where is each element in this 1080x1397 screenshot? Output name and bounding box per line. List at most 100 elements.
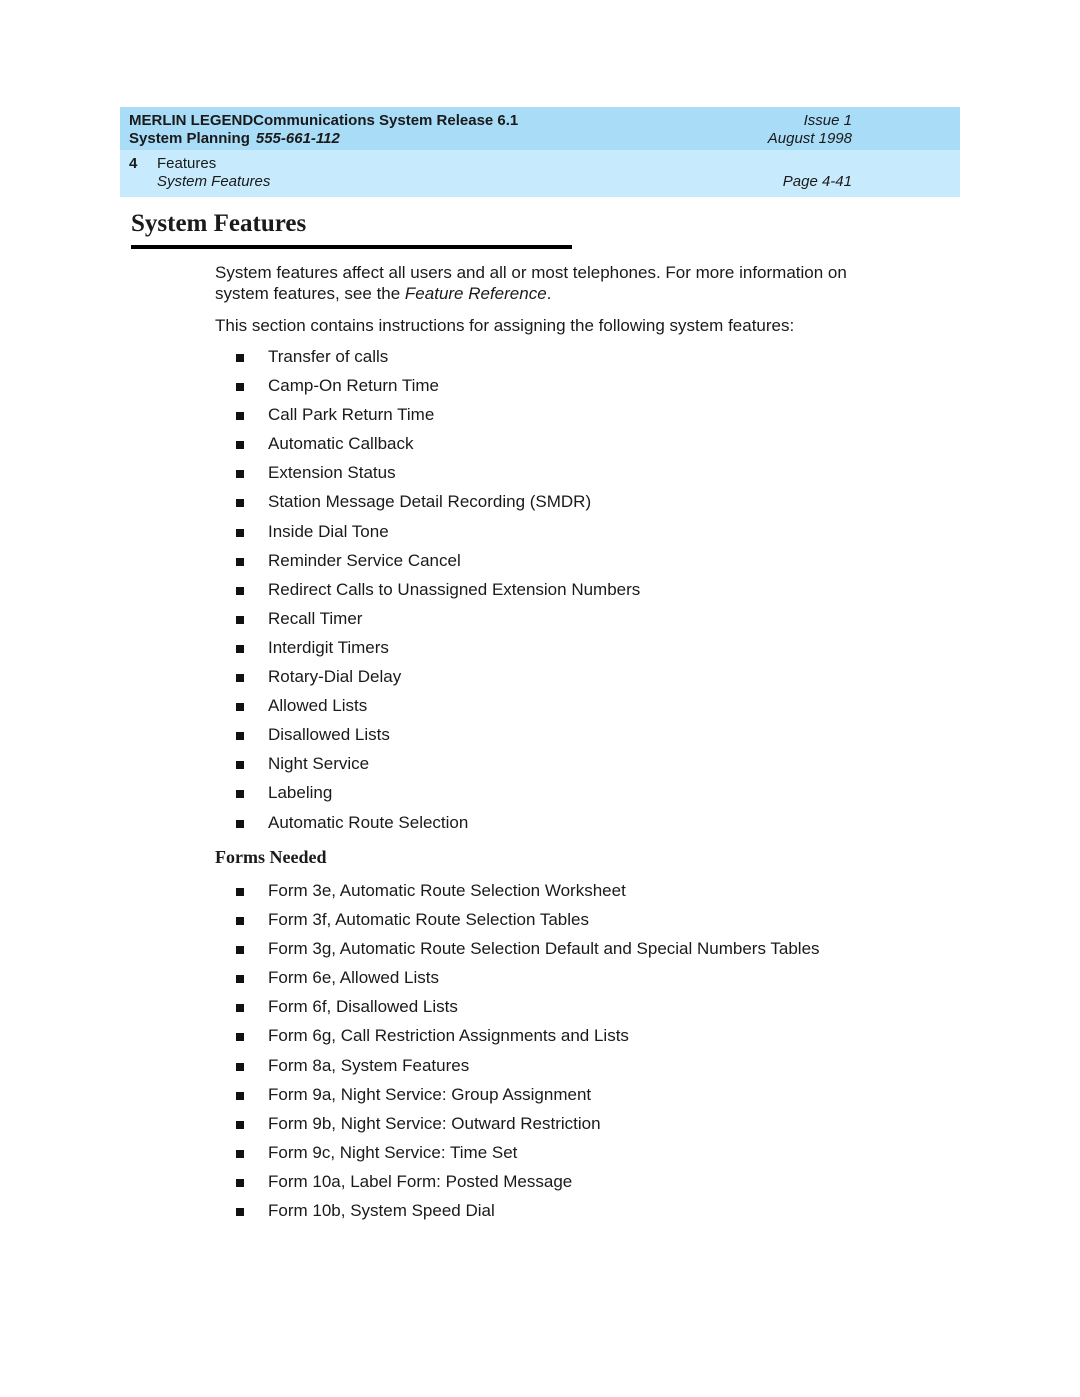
list-item-text: Form 10a, Label Form: Posted Message [268,1171,573,1191]
list-item: Extension Status [236,462,640,491]
square-bullet-icon [236,1033,244,1042]
list-item: Camp-On Return Time [236,375,640,404]
list-item-text: Disallowed Lists [268,725,390,745]
list-item: Form 6f, Disallowed Lists [236,996,820,1025]
chapter-number: 4 [129,155,138,172]
list-item-text: Form 9c, Night Service: Time Set [268,1142,518,1162]
header-bottom-band: 4 Features System Features Page 4-41 [120,150,960,197]
list-item: Form 3g, Automatic Route Selection Defau… [236,938,820,967]
title-rule [131,245,572,249]
square-bullet-icon [236,1178,244,1187]
list-item-text: Form 6f, Disallowed Lists [268,997,458,1017]
list-item: Transfer of calls [236,346,640,375]
list-item-text: Form 9a, Night Service: Group Assignment [268,1084,592,1104]
square-bullet-icon [236,1149,244,1158]
list-item: Interdigit Timers [236,637,640,666]
list-item: Form 6e, Allowed Lists [236,967,820,996]
square-bullet-icon [236,790,244,799]
list-item-text: Form 10b, System Speed Dial [268,1201,495,1221]
list-item: Disallowed Lists [236,724,640,753]
list-item-text: Form 8a, System Features [268,1055,470,1075]
list-item: Form 10a, Label Form: Posted Message [236,1171,820,1200]
list-item-text: Form 3f, Automatic Route Selection Table… [268,910,589,930]
list-item-text: Transfer of calls [268,347,389,366]
document-title: System Planning [129,130,250,147]
list-item: Station Message Detail Recording (SMDR) [236,491,640,520]
list-item: Call Park Return Time [236,404,640,433]
square-bullet-icon [236,1004,244,1013]
list-item: Recall Timer [236,608,640,637]
square-bullet-icon [236,528,244,537]
list-item: Reminder Service Cancel [236,550,640,579]
square-bullet-icon [236,615,244,624]
square-bullet-icon [236,917,244,926]
list-item: Labeling [236,782,640,811]
list-item: Redirect Calls to Unassigned Extension N… [236,579,640,608]
list-item-text: Form 6e, Allowed Lists [268,968,440,988]
list-item-text: Redirect Calls to Unassigned Extension N… [268,579,641,599]
list-item: Form 3e, Automatic Route Selection Works… [236,880,820,909]
intro-end: . [546,284,552,303]
list-item-text: Form 3g, Automatic Route Selection Defau… [268,939,820,959]
square-bullet-icon [236,441,244,450]
square-bullet-icon [236,819,244,828]
square-bullet-icon [236,383,244,392]
list-item-text: Form 6g, Call Restriction Assignments an… [268,1026,629,1046]
list-item: Form 8a, System Features [236,1055,820,1084]
page-title: System Features [131,210,307,237]
square-bullet-icon [236,1120,244,1129]
section-title: System Features [157,173,271,190]
list-item: Rotary-Dial Delay [236,666,640,695]
list-item-text: Interdigit Timers [268,637,389,657]
forms-needed-heading: Forms Needed [215,847,327,867]
square-bullet-icon [236,732,244,741]
list-item-text: Automatic Callback [268,434,414,454]
list-item: Inside Dial Tone [236,521,640,550]
features-list: Transfer of calls Camp-On Return Time Call… [236,346,640,841]
square-bullet-icon [236,644,244,653]
list-item: Form 9b, Night Service: Outward Restrict… [236,1113,820,1142]
feature-reference-link: Feature Reference [404,284,547,303]
square-bullet-icon [236,1208,244,1217]
page-header: MERLIN LEGENDCommunications System Relea… [120,107,960,197]
square-bullet-icon [236,946,244,955]
list-item-text: Inside Dial Tone [268,521,389,541]
document-number: 555-661-112 [255,130,340,147]
square-bullet-icon [236,1062,244,1071]
list-item: Form 3f, Automatic Route Selection Table… [236,909,820,938]
list-item: Automatic Route Selection [236,812,640,841]
page-number: Page 4-41 [782,173,852,190]
list-item-text: Recall Timer [268,608,363,628]
header-top-band: MERLIN LEGENDCommunications System Relea… [120,107,960,150]
square-bullet-icon [236,975,244,984]
square-bullet-icon [236,1091,244,1100]
list-intro: This section contains instructions for a… [215,316,795,335]
list-item-text: Form 3e, Automatic Route Selection Works… [268,881,626,900]
issue-label: Issue 1 [803,112,852,129]
list-item: Form 10b, System Speed Dial [236,1200,820,1229]
list-item-text: Extension Status [268,463,396,483]
square-bullet-icon [236,674,244,683]
square-bullet-icon [236,412,244,421]
list-item-text: Rotary-Dial Delay [268,667,402,687]
list-item-text: Camp-On Return Time [268,376,439,396]
issue-date: August 1998 [767,130,852,147]
list-item-text: Night Service [268,754,370,774]
list-item-text: Call Park Return Time [268,405,435,425]
square-bullet-icon [236,499,244,508]
list-item: Form 6g, Call Restriction Assignments an… [236,1025,820,1054]
list-item: Allowed Lists [236,695,640,724]
forms-list: Form 3e, Automatic Route Selection Works… [236,880,820,1229]
product-title: MERLIN LEGENDCommunications System Relea… [129,112,519,129]
square-bullet-icon [236,470,244,479]
list-item: Form 9c, Night Service: Time Set [236,1142,820,1171]
list-item-text: Station Message Detail Recording (SMDR) [268,492,592,512]
document-title-line: System Planning 555-661-112 [129,130,340,147]
list-item: Automatic Callback [236,433,640,462]
list-item: Night Service [236,753,640,782]
list-item-text: Reminder Service Cancel [268,550,461,570]
list-item-text: Labeling [268,783,333,803]
square-bullet-icon [236,586,244,595]
list-item-text: Automatic Route Selection [268,812,469,832]
square-bullet-icon [236,888,244,896]
